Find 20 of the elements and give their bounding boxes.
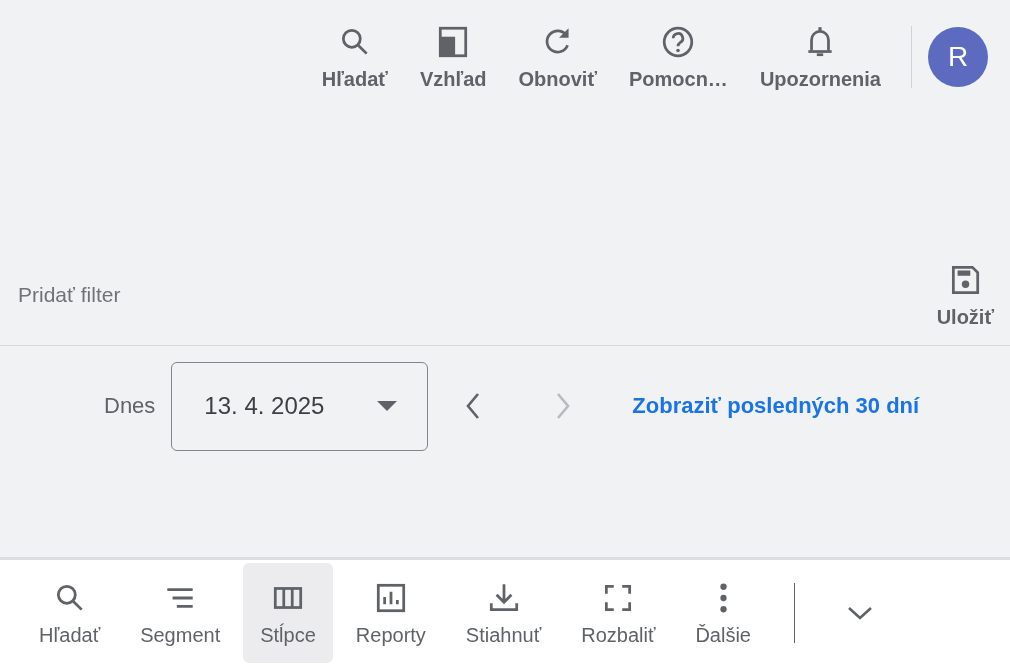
search-button[interactable]: Hľadať [309,17,400,97]
date-dropdown[interactable]: 13. 4. 2025 [171,361,429,451]
date-label: Dnes [104,393,156,419]
layout-button[interactable]: Vzhľad [407,17,499,97]
reports-button[interactable]: Reporty [338,563,443,663]
refresh-button[interactable]: Obnoviť [506,17,609,97]
columns-button[interactable]: Stĺpce [243,563,333,663]
save-button[interactable]: Uložiť [936,261,994,329]
help-button[interactable]: Pomocn… [616,17,740,97]
avatar[interactable]: R [928,27,988,87]
download-button[interactable]: Stiahnuť [448,563,559,663]
dropdown-caret-icon [377,401,398,411]
last-30-days-link[interactable]: Zobraziť posledných 30 dní [632,393,920,419]
filter-field[interactable]: Pridať filter [18,283,318,307]
expand-button[interactable]: Rozbaliť [564,563,673,663]
bell-button[interactable]: Upozornenia [747,17,893,97]
more-button[interactable]: Ďalšie [678,563,768,663]
more-icon [718,581,728,614]
search-button[interactable]: Hľadať [22,563,118,663]
segment-button[interactable]: Segment [123,563,238,663]
